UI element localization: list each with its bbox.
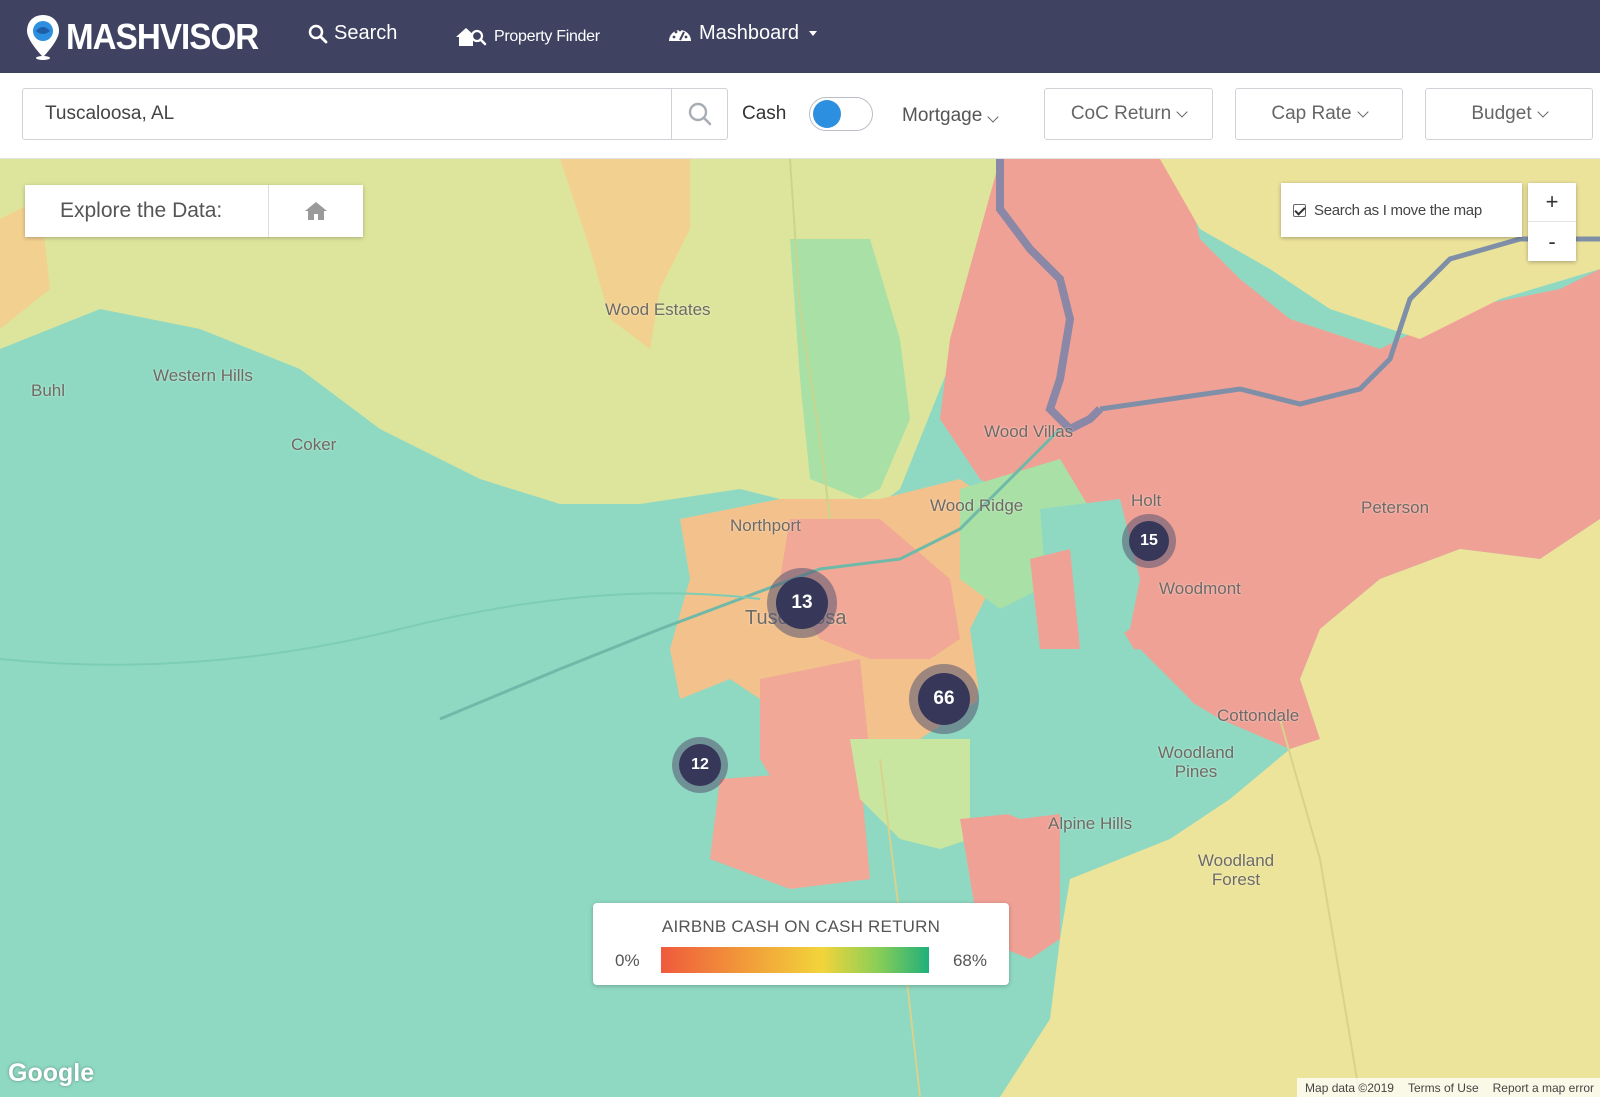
location-search-box [22, 88, 728, 140]
brand-logo[interactable]: MASHVISOR [24, 12, 275, 62]
place-label: Woodland Forest [1197, 851, 1275, 889]
cluster-count: 15 [1129, 521, 1169, 561]
cash-toggle-label: Cash [742, 103, 787, 124]
place-label: Coker [291, 435, 337, 454]
legend-min-value: 0% [615, 951, 640, 970]
nav-mashboard-dropdown[interactable]: Mashboard [667, 22, 818, 45]
cluster-count: 66 [918, 673, 970, 725]
place-label: Wood Villas [984, 422, 1074, 441]
terms-of-use-link[interactable]: Terms of Use [1408, 1081, 1479, 1095]
place-label: Wood Ridge [930, 496, 1024, 515]
chevron-down-icon [1536, 105, 1549, 118]
home-icon [305, 202, 327, 220]
nav-search-link[interactable]: Search [308, 22, 397, 45]
dashboard-gauge-icon [669, 28, 691, 41]
explore-data-panel: Explore the Data: [25, 185, 363, 237]
mortgage-dropdown[interactable]: Mortgage [902, 105, 999, 127]
search-as-move-control: Search as I move the map [1281, 183, 1522, 237]
nav-property-finder-link[interactable]: Property Finder [454, 25, 600, 49]
cap-rate-filter-button[interactable]: Cap Rate [1235, 88, 1403, 140]
listing-cluster-marker[interactable]: 12 [672, 737, 728, 793]
search-icon [688, 102, 711, 126]
coc-return-filter-button[interactable]: CoC Return [1044, 88, 1213, 140]
place-label: Northport [730, 516, 801, 535]
listing-cluster-marker[interactable]: 66 [909, 664, 979, 734]
listing-cluster-marker[interactable]: 15 [1122, 514, 1176, 568]
map-data-text: Map data ©2019 [1305, 1080, 1394, 1095]
mortgage-label: Mortgage [902, 105, 983, 126]
cash-mortgage-toggle[interactable] [809, 97, 873, 131]
caret-down-icon [809, 31, 818, 36]
zoom-in-button[interactable]: + [1528, 183, 1576, 222]
location-search-input[interactable] [23, 89, 671, 139]
cluster-count: 12 [679, 744, 721, 786]
place-label: Western Hills [153, 366, 253, 385]
place-label: Peterson [1361, 498, 1430, 517]
place-label: Alpine Hills [1048, 814, 1133, 833]
place-label: Woodland Pines [1157, 743, 1235, 781]
budget-label: Budget [1471, 103, 1532, 124]
legend-color-scale [661, 947, 929, 973]
place-label: Woodmont [1159, 579, 1241, 598]
legend-title: AIRBNB CASH ON CASH RETURN [661, 917, 941, 936]
toggle-knob [813, 100, 841, 128]
heatmap-legend: AIRBNB CASH ON CASH RETURN 0% 68% [593, 903, 1009, 985]
nav-mashboard-label: Mashboard [699, 22, 800, 44]
house-search-icon [456, 28, 487, 46]
cap-rate-label: Cap Rate [1271, 103, 1352, 124]
google-logo: Google [8, 1059, 95, 1087]
nav-property-finder-label: Property Finder [494, 28, 600, 45]
report-map-error-link[interactable]: Report a map error [1493, 1081, 1594, 1095]
map-pin-logo-icon [27, 15, 59, 60]
nav-search-label: Search [334, 22, 398, 44]
chevron-down-icon [1356, 105, 1369, 118]
heatmap-map[interactable]: Explore the Data: Search as I move the m… [0, 159, 1600, 1097]
coc-return-label: CoC Return [1070, 103, 1172, 124]
top-navigation: MASHVISOR Search Property Finder Mashboa… [0, 0, 1600, 73]
search-as-move-checkbox[interactable] [1293, 203, 1306, 217]
home-button[interactable] [268, 185, 363, 237]
zoom-out-button[interactable]: - [1528, 222, 1576, 261]
explore-data-label: Explore the Data: [60, 199, 223, 222]
filter-bar: Cash Mortgage CoC Return Cap Rate Budget [0, 73, 1600, 159]
place-label: Cottondale [1217, 706, 1300, 725]
chevron-down-icon [987, 111, 999, 123]
place-label: Wood Estates [605, 300, 711, 319]
brand-name: MASHVISOR [66, 16, 259, 57]
search-as-move-label: Search as I move the map [1314, 201, 1482, 219]
listing-cluster-marker[interactable]: 13 [767, 568, 837, 638]
map-attribution: Map data ©2019 Terms of Use Report a map… [1297, 1078, 1600, 1097]
legend-max-value: 68% [952, 951, 987, 970]
place-label: Buhl [31, 381, 66, 400]
search-icon [308, 24, 328, 43]
location-search-button[interactable] [671, 89, 727, 139]
place-label: Holt [1131, 491, 1162, 510]
zoom-control: + - [1528, 183, 1576, 261]
chevron-down-icon [1176, 105, 1188, 118]
budget-filter-button[interactable]: Budget [1425, 88, 1593, 140]
cluster-count: 13 [776, 577, 828, 629]
